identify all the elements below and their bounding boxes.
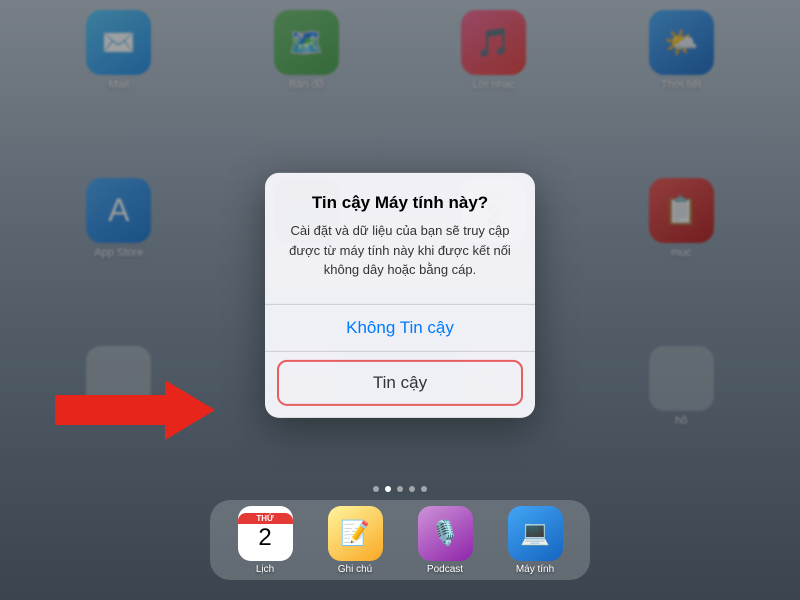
dot-3: [397, 486, 403, 492]
distrust-button[interactable]: Không Tin cậy: [265, 304, 535, 350]
trust-dialog: Tin cậy Máy tính này? Cài đặt và dữ liệu…: [265, 173, 535, 417]
dialog-content: Tin cậy Máy tính này? Cài đặt và dữ liệu…: [265, 173, 535, 287]
dock-computer[interactable]: 💻 Máy tính: [508, 506, 563, 575]
dock-calendar-label: Lịch: [256, 564, 274, 575]
dot-2-active: [385, 486, 391, 492]
dialog-title: Tin cậy Máy tính này?: [281, 193, 519, 213]
dialog-message: Cài đặt và dữ liệu của bạn sẽ truy cập đ…: [281, 221, 519, 279]
red-arrow: [55, 380, 215, 445]
dock-podcast-icon: 🎙️: [418, 506, 473, 561]
dock-podcast[interactable]: 🎙️ Podcast: [418, 506, 473, 575]
dock-computer-label: Máy tính: [516, 564, 554, 575]
arrow-svg: [55, 380, 215, 440]
dock-notes-label: Ghi chú: [338, 564, 372, 575]
trust-button-wrapper: Tin cậy: [265, 351, 535, 417]
dock-computer-icon: 💻: [508, 506, 563, 561]
dot-1: [373, 486, 379, 492]
dock-calendar-icon: THỨ 2: [238, 506, 293, 561]
dock-calendar[interactable]: THỨ 2 Lịch: [238, 506, 293, 575]
dock-notes[interactable]: 📝 Ghi chú: [328, 506, 383, 575]
dot-5: [421, 486, 427, 492]
page-dots: [373, 486, 427, 492]
dock-podcast-label: Podcast: [427, 564, 463, 575]
dock-notes-icon: 📝: [328, 506, 383, 561]
dock: THỨ 2 Lịch 📝 Ghi chú 🎙️ Podcast 💻 Máy tí…: [210, 500, 590, 580]
trust-button[interactable]: Tin cậy: [277, 359, 523, 405]
dot-4: [409, 486, 415, 492]
